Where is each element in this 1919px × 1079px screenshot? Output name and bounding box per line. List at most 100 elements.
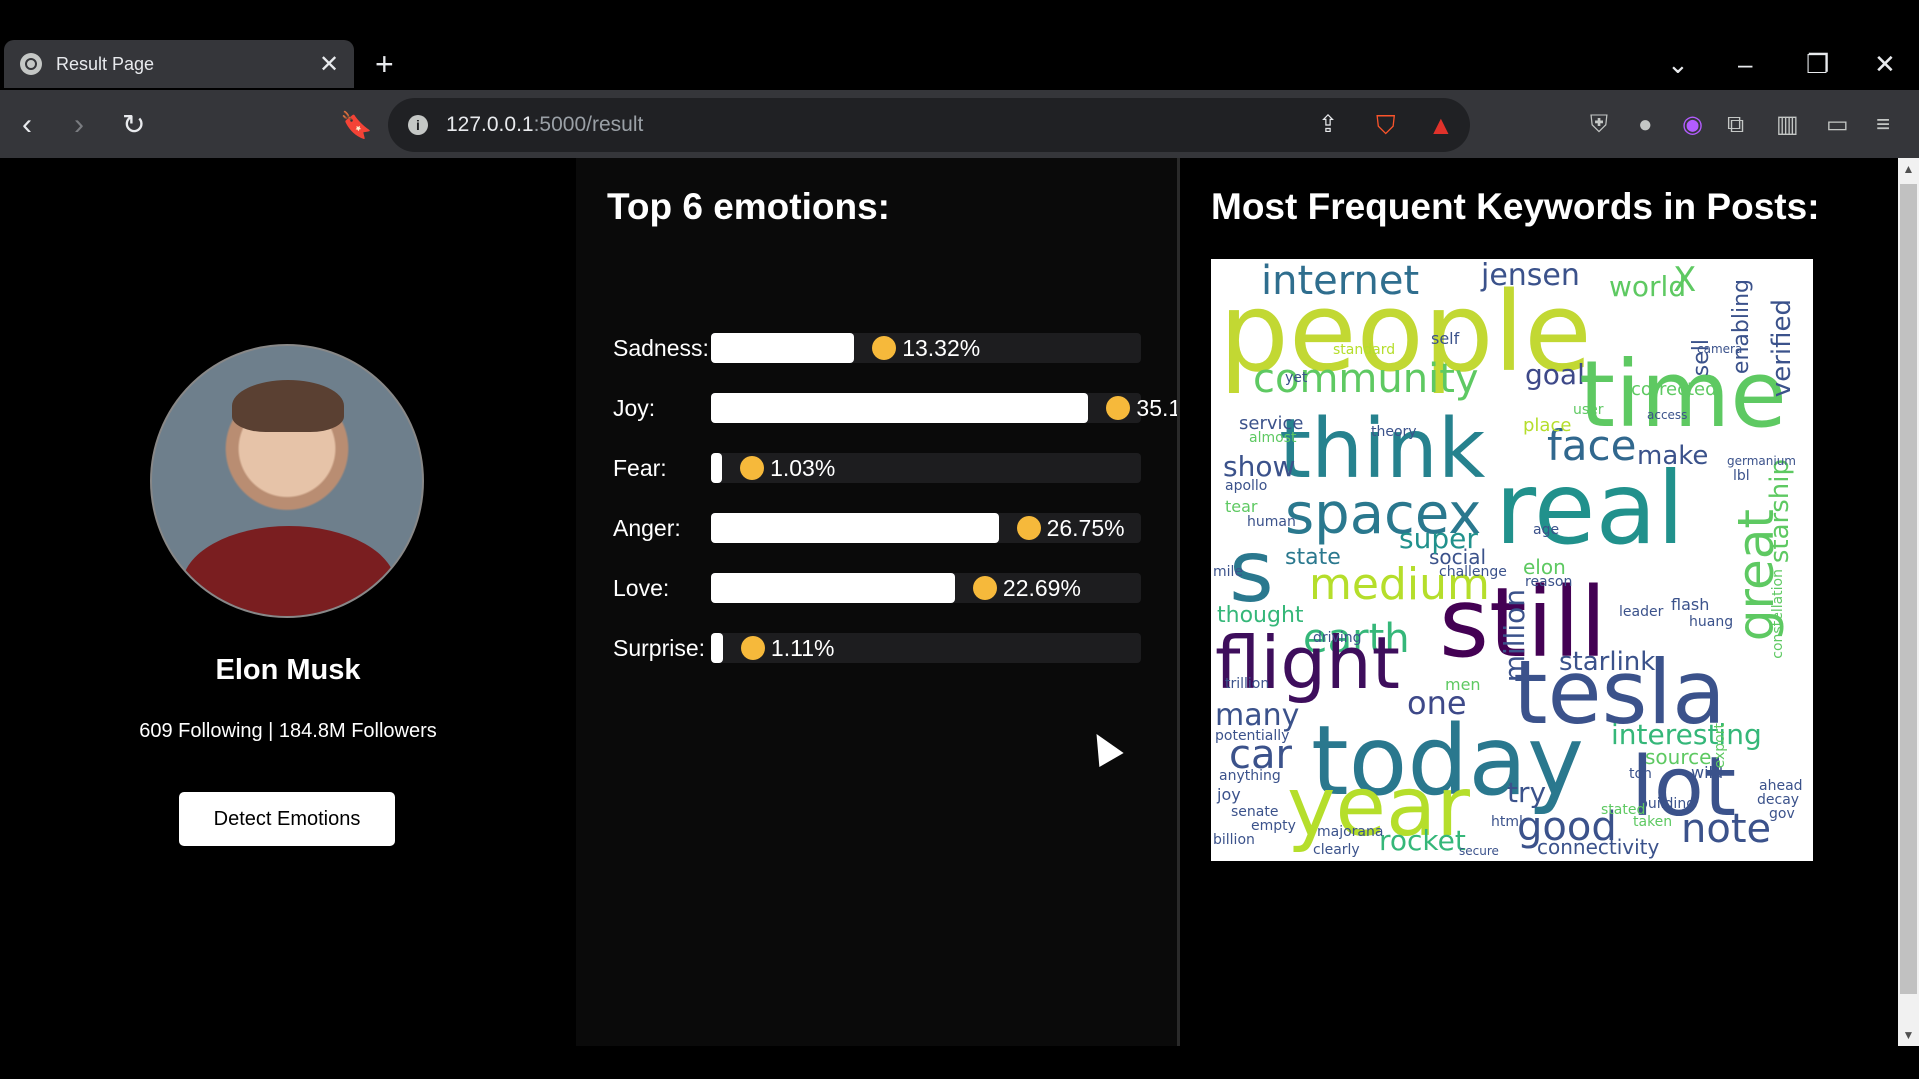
cloud-word: almost xyxy=(1249,430,1297,446)
cloud-word: majorana xyxy=(1317,824,1384,840)
emotion-value: 22.69% xyxy=(972,573,1081,603)
cloud-word: super xyxy=(1399,522,1478,555)
cloud-word: million xyxy=(1498,589,1531,683)
minimize-icon[interactable]: – xyxy=(1738,48,1752,80)
cloud-word: export xyxy=(1712,723,1728,769)
cloud-word: trillion xyxy=(1225,676,1270,692)
cloud-word: decay xyxy=(1757,792,1800,808)
url-text[interactable]: 127.0.0.1:5000/result xyxy=(446,113,643,137)
vpn-extension-icon[interactable]: ◉ xyxy=(1682,112,1703,138)
cloud-word: senate xyxy=(1231,804,1279,820)
cloud-word: thought xyxy=(1217,603,1304,628)
emotion-percent: 1.03% xyxy=(770,455,836,481)
cloud-word: ahead xyxy=(1759,778,1803,794)
forward-icon[interactable]: › xyxy=(74,110,84,140)
tab-title: Result Page xyxy=(56,53,155,74)
emotion-percent: 1.11% xyxy=(770,635,835,661)
cloud-word: theory xyxy=(1371,424,1417,440)
shield-extension-icon[interactable]: ⛨ xyxy=(1590,112,1608,138)
puzzle-extensions-icon[interactable]: ⧉ xyxy=(1727,112,1744,138)
emotion-bar-fill xyxy=(711,633,723,663)
wallet-icon[interactable]: ▭ xyxy=(1826,112,1849,138)
cloud-word: reason xyxy=(1525,574,1573,590)
page-scrollbar[interactable]: ▲ ▼ xyxy=(1898,158,1919,1046)
cloud-word: enabling xyxy=(1729,279,1754,375)
cloud-word: state xyxy=(1285,545,1341,570)
emotions-title: Top 6 emotions: xyxy=(607,186,890,227)
cloud-word: driving xyxy=(1313,630,1362,646)
cloud-word: joy xyxy=(1217,785,1241,804)
extension-icon[interactable]: ● xyxy=(1638,112,1653,138)
emotion-percent: 26.75% xyxy=(1046,515,1125,541)
cloud-word: real xyxy=(1495,450,1685,567)
site-info-icon[interactable]: i xyxy=(408,115,428,135)
emotion-bar-track xyxy=(711,393,1141,423)
emotion-row: Fear: 1.03% xyxy=(613,453,1153,483)
cloud-word: think xyxy=(1279,402,1486,497)
cloud-word: gov xyxy=(1769,806,1795,822)
brave-shields-icon[interactable]: ⛉ xyxy=(1376,110,1396,140)
address-bar[interactable]: i 127.0.0.1:5000/result xyxy=(388,98,1470,152)
window-close-icon[interactable]: ✕ xyxy=(1874,48,1896,80)
share-icon[interactable]: ⇪ xyxy=(1318,110,1338,140)
cloud-word: self xyxy=(1431,329,1460,348)
emotion-emoji-icon xyxy=(740,636,765,660)
active-tab[interactable]: Result Page ✕ xyxy=(4,40,354,88)
profile-name: Elon Musk xyxy=(215,654,361,686)
cloud-word: challenge xyxy=(1439,564,1507,580)
emotion-label: Love: xyxy=(613,575,670,601)
profile-stats: 609 Following | 184.8M Followers xyxy=(139,720,437,742)
restore-icon[interactable]: ❐ xyxy=(1806,48,1829,80)
tab-search-chevron-icon[interactable]: ⌄ xyxy=(1667,48,1689,80)
emotion-row: Love: 22.69% xyxy=(613,573,1153,603)
cloud-word: note xyxy=(1681,806,1772,852)
emotion-label: Surprise: xyxy=(613,635,706,661)
cloud-word: secure xyxy=(1459,844,1499,858)
cloud-word: connectivity xyxy=(1537,835,1660,859)
cloud-word: goal xyxy=(1525,358,1585,391)
emotion-bar-fill xyxy=(711,393,1089,423)
menu-icon[interactable]: ≡ xyxy=(1876,112,1890,138)
cloud-word: clearly xyxy=(1313,842,1360,858)
emotion-row: Surprise: 1.11% xyxy=(613,633,1153,663)
scrollbar-thumb[interactable] xyxy=(1900,184,1917,994)
globe-icon xyxy=(20,53,42,75)
cloud-word: age xyxy=(1533,522,1560,538)
cloud-word: apollo xyxy=(1225,478,1268,494)
url-path: :5000/result xyxy=(533,113,644,136)
cloud-word: anything xyxy=(1219,768,1281,784)
cloud-word: show xyxy=(1223,450,1296,483)
bookmark-icon[interactable]: 🔖 xyxy=(340,110,372,140)
brave-rewards-icon[interactable]: ▲ xyxy=(1428,110,1454,140)
emotion-percent: 13.32% xyxy=(902,335,981,361)
emotion-value: 26.75% xyxy=(1016,513,1125,543)
page-content: Elon Musk 609 Following | 184.8M Followe… xyxy=(0,158,1898,1046)
emotion-row: Anger: 26.75% xyxy=(613,513,1153,543)
word-cloud: people internet jensen world Xcommunity goal t… xyxy=(1211,259,1813,861)
reload-icon[interactable]: ↻ xyxy=(122,110,145,140)
cloud-word: germanium xyxy=(1727,454,1796,468)
cloud-word: constellation xyxy=(1770,569,1786,659)
cloud-word: rocket xyxy=(1379,824,1466,857)
emotion-bar-fill xyxy=(711,333,855,363)
back-icon[interactable]: ‹ xyxy=(22,110,32,140)
tab-close-icon[interactable]: ✕ xyxy=(314,50,344,79)
cloud-word: leader xyxy=(1619,604,1664,620)
cloud-word: try xyxy=(1507,776,1547,809)
emotions-panel: Top 6 emotions: Sadness: 13.32% Joy: 35.11%… xyxy=(576,158,1213,1046)
emotion-emoji-icon xyxy=(872,336,897,360)
emotion-bar-fill xyxy=(711,513,999,543)
cloud-word: flash xyxy=(1671,595,1710,614)
new-tab-icon[interactable]: + xyxy=(375,48,394,80)
cloud-word: potentially xyxy=(1215,728,1290,744)
emotion-emoji-icon xyxy=(1106,396,1131,420)
emotion-label: Fear: xyxy=(613,455,667,481)
scroll-up-icon[interactable]: ▲ xyxy=(1898,162,1919,176)
scroll-down-icon[interactable]: ▼ xyxy=(1898,1028,1919,1042)
sidebar-toggle-icon[interactable]: ▥ xyxy=(1776,112,1799,138)
cloud-word: html xyxy=(1491,814,1523,830)
emotion-value: 13.32% xyxy=(872,333,980,363)
emotion-row: Joy: 35.11% xyxy=(613,393,1213,423)
detect-emotions-button[interactable]: Detect Emotions xyxy=(179,792,395,846)
emotion-label: Anger: xyxy=(613,515,681,541)
